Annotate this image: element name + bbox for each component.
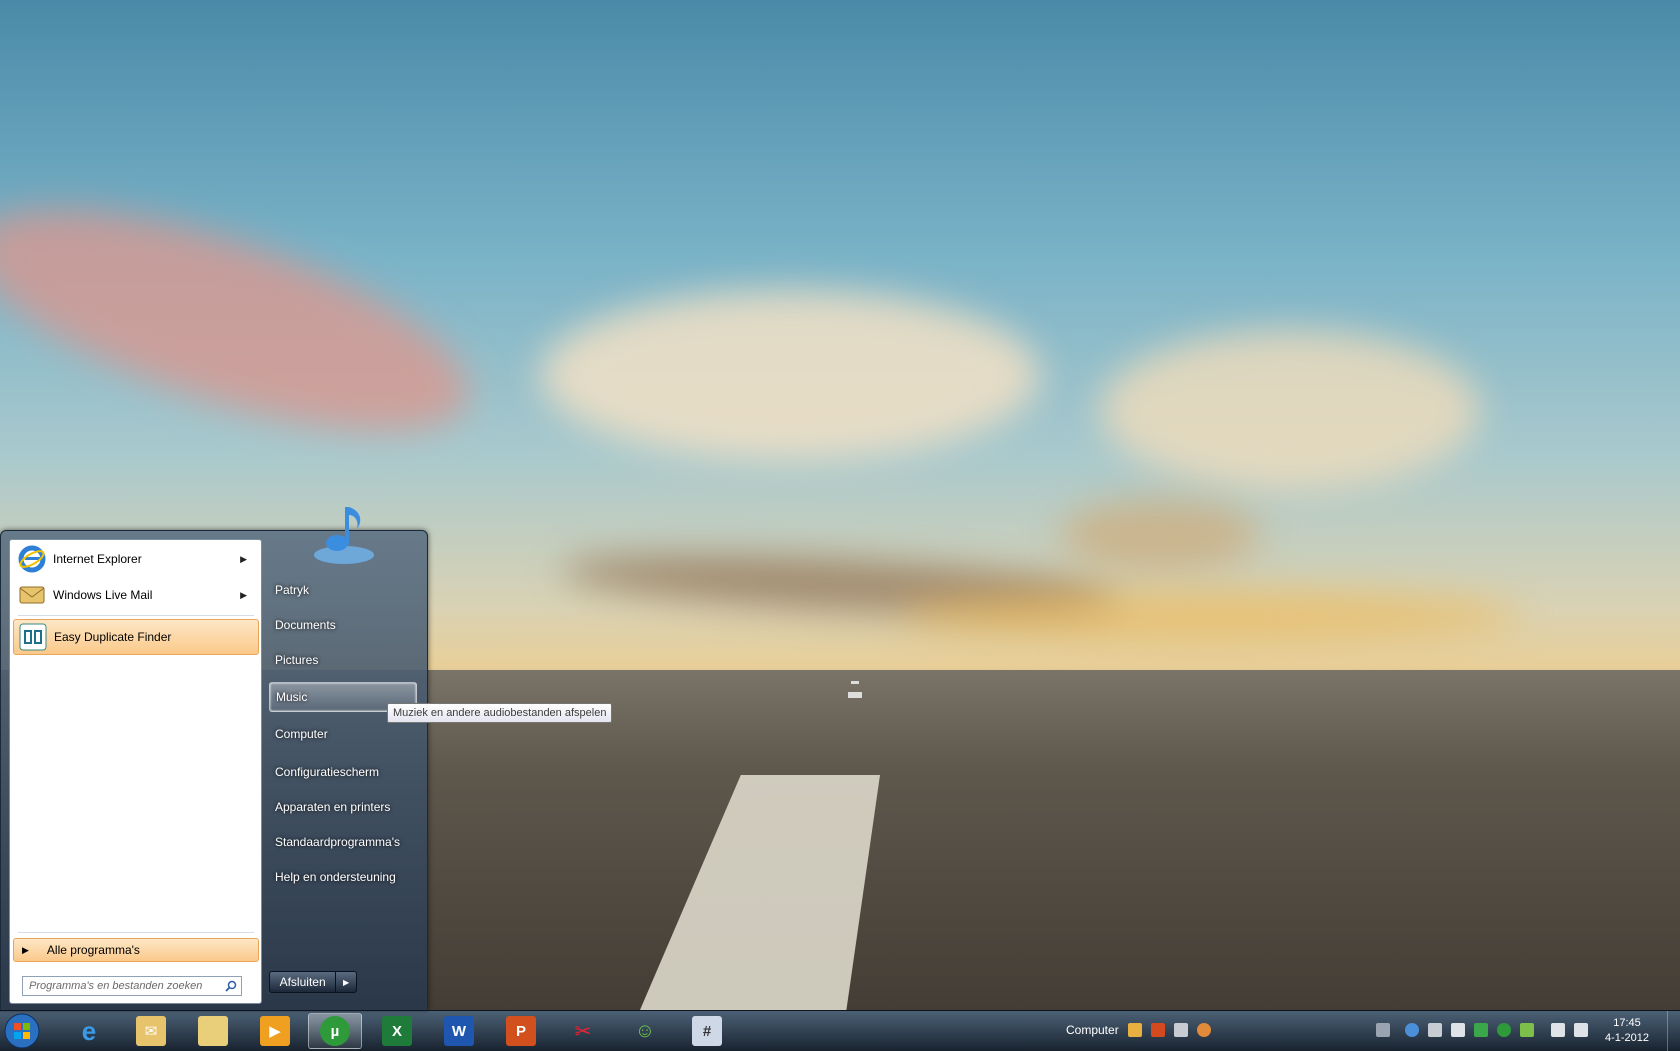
start-button[interactable] [2, 1012, 42, 1050]
taskbar-word[interactable]: W [432, 1013, 486, 1049]
shutdown-group: Afsluiten ▶ [269, 971, 357, 993]
right-item-documents[interactable]: Documents [269, 610, 417, 640]
media-player-icon: ▶ [260, 1016, 290, 1046]
printer-icon[interactable] [1174, 1023, 1188, 1037]
taskbar-utorrent[interactable]: µ [308, 1013, 362, 1049]
right-item-label: Pictures [275, 653, 319, 667]
right-item-computer[interactable]: Computer [269, 719, 417, 749]
volume-icon[interactable] [1574, 1023, 1588, 1037]
right-item-configuratiescherm[interactable]: Configuratiescherm [269, 757, 417, 787]
submenu-arrow-icon[interactable]: ▶ [240, 590, 247, 601]
network-icon[interactable] [1551, 1023, 1565, 1037]
internet-explorer-icon [17, 544, 47, 574]
shutdown-button[interactable]: Afsluiten [269, 971, 337, 993]
pinned-internet-explorer[interactable]: Internet Explorer ▶ [13, 542, 257, 576]
computer-toolbar-label[interactable]: Computer [1066, 1023, 1119, 1037]
right-item-patryk[interactable]: Patryk [269, 575, 417, 605]
windows-live-mail-icon: ✉ [136, 1016, 166, 1046]
right-item-label: Computer [275, 727, 328, 741]
right-item-pictures[interactable]: Pictures [269, 645, 417, 675]
taskbar: e ✉ ▶ µ X W P ✂ ☺ # Computer 17:45 4-1-2… [0, 1010, 1680, 1051]
clock[interactable]: 17:45 4-1-2012 [1592, 1016, 1662, 1046]
clock-date: 4-1-2012 [1604, 1032, 1650, 1044]
easy-duplicate-finder-icon [18, 622, 48, 652]
road-marking [851, 681, 859, 684]
submenu-arrow-icon[interactable]: ▶ [240, 554, 247, 565]
messenger-tray-icon[interactable] [1520, 1023, 1534, 1037]
right-item-label: Standaardprogramma's [275, 835, 401, 849]
windows-live-mail-icon [17, 580, 47, 610]
right-item-label: Apparaten en printers [275, 800, 391, 814]
security-icon[interactable] [1474, 1023, 1488, 1037]
show-desktop-button[interactable] [1667, 1011, 1680, 1051]
road-marking [848, 692, 862, 698]
program-label: Internet Explorer [53, 552, 142, 566]
program-label: Windows Live Mail [53, 588, 153, 602]
network-users-icon[interactable] [1128, 1023, 1142, 1037]
all-programs-label: Alle programma's [46, 943, 140, 957]
start-menu: Internet Explorer ▶ Windows Live Mail ▶ … [0, 507, 428, 1012]
utorrent-icon: µ [320, 1016, 350, 1046]
internet-explorer-icon: e [81, 1015, 97, 1046]
program-label: Easy Duplicate Finder [54, 630, 172, 644]
separator [18, 932, 254, 933]
snipping-tool-icon: ✂ [574, 1020, 592, 1043]
search-input[interactable]: Programma's en bestanden zoeken [22, 976, 242, 996]
taskbar-powerpoint[interactable]: P [494, 1013, 548, 1049]
cloud [900, 590, 1520, 640]
right-item-apparaten-en-printers[interactable]: Apparaten en printers [269, 792, 417, 822]
search-icon[interactable] [225, 980, 237, 992]
word-icon: W [444, 1016, 474, 1046]
right-item-label: Music [276, 690, 308, 704]
explorer-folder-icon [198, 1016, 228, 1046]
excel-icon: X [382, 1016, 412, 1046]
right-item-standaardprogrammas[interactable]: Standaardprogramma's [269, 827, 417, 857]
document-icon[interactable] [1428, 1023, 1442, 1037]
music-tooltip: Muziek en andere audiobestanden afspelen [387, 703, 613, 723]
windows-live-messenger-icon: ☺ [634, 1019, 656, 1042]
pinned-windows-live-mail[interactable]: Windows Live Mail ▶ [13, 578, 257, 612]
cloud [0, 163, 492, 477]
windows-logo-icon [4, 1013, 40, 1049]
triangle-right-icon: ▶ [22, 944, 29, 955]
taskbar-internet-explorer[interactable]: e [62, 1013, 116, 1049]
update-icon[interactable] [1405, 1023, 1419, 1037]
keyboard-icon[interactable] [1376, 1023, 1390, 1037]
powerpoint-icon: P [506, 1016, 536, 1046]
programs-pane: Internet Explorer ▶ Windows Live Mail ▶ … [9, 539, 262, 1004]
taskbar-excel[interactable]: X [370, 1013, 424, 1049]
taskbar-media-player[interactable]: ▶ [248, 1013, 302, 1049]
separator [18, 615, 254, 616]
recent-easy-duplicate-finder[interactable]: Easy Duplicate Finder [13, 619, 259, 655]
r-app-icon[interactable] [1151, 1023, 1165, 1037]
cloud [1060, 500, 1260, 570]
media-icon[interactable] [1197, 1023, 1211, 1037]
music-note-icon [314, 507, 374, 564]
taskbar-windows-live-messenger[interactable]: ☺ [618, 1013, 672, 1049]
right-item-label: Help en ondersteuning [275, 870, 396, 884]
cloud [540, 290, 1040, 460]
taskbar-snipping-tool[interactable]: ✂ [556, 1013, 610, 1049]
all-programs-button[interactable]: ▶ Alle programma's [13, 938, 259, 962]
right-item-label: Patryk [275, 583, 310, 597]
utorrent-tray-icon[interactable] [1497, 1023, 1511, 1037]
taskbar-calculator[interactable]: # [680, 1013, 734, 1049]
right-item-help-en-ondersteuning[interactable]: Help en ondersteuning [269, 862, 417, 892]
right-item-label: Configuratiescherm [275, 765, 380, 779]
cloud [1100, 330, 1480, 490]
taskbar-explorer[interactable] [186, 1013, 240, 1049]
shutdown-options-arrow-icon[interactable]: ▶ [336, 971, 357, 993]
right-item-label: Documents [275, 618, 336, 632]
search-placeholder: Programma's en bestanden zoeken [29, 980, 203, 992]
calculator-icon: # [692, 1016, 722, 1046]
flag-icon[interactable] [1451, 1023, 1465, 1037]
taskbar-windows-live-mail[interactable]: ✉ [124, 1013, 178, 1049]
clock-time: 17:45 [1613, 1017, 1641, 1029]
